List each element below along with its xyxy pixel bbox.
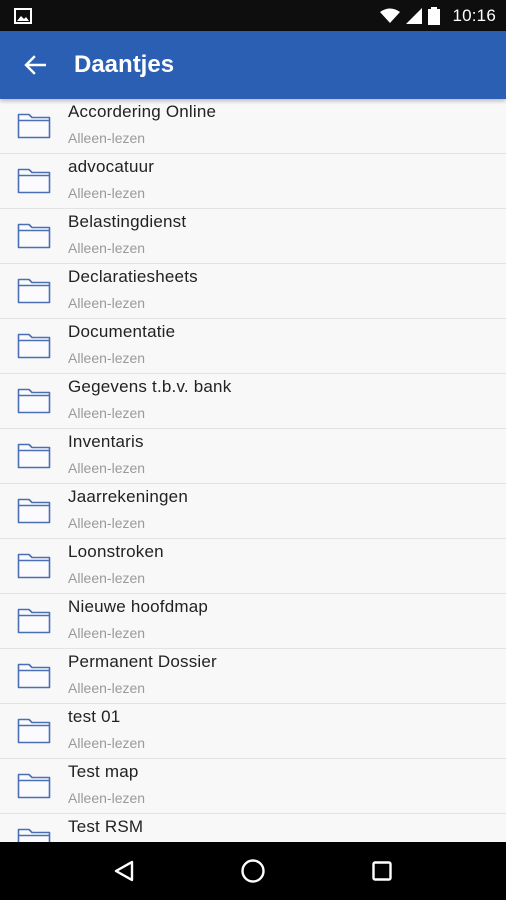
folder-access: Alleen-lezen [68, 295, 146, 311]
folder-icon [17, 494, 51, 524]
list-item-text: Test map Alleen-lezen [68, 762, 145, 807]
folder-name: Documentatie [68, 322, 176, 341]
back-triangle-icon [115, 860, 134, 882]
nav-back-button[interactable] [99, 846, 149, 896]
list-item-text: Permanent Dossier Alleen-lezen [68, 652, 217, 697]
list-item[interactable]: Gegevens t.b.v. bank Alleen-lezen [0, 374, 506, 429]
navigation-bar [0, 842, 506, 900]
folder-icon [17, 109, 51, 139]
list-item[interactable]: Documentatie Alleen-lezen [0, 319, 506, 374]
folder-icon [17, 824, 51, 842]
folder-access: Alleen-lezen [68, 625, 146, 641]
folder-icon [17, 219, 51, 249]
folder-name: Nieuwe hoofdmap [68, 597, 209, 616]
list-item[interactable]: advocatuur Alleen-lezen [0, 154, 506, 209]
list-item-text: Declaratiesheets Alleen-lezen [68, 267, 198, 312]
battery-icon [428, 6, 441, 25]
nav-recents-button[interactable] [357, 846, 407, 896]
signal-icon [406, 7, 423, 24]
list-item[interactable]: Test RSMAlleen-lezen [0, 814, 506, 842]
list-item-text: Inventaris Alleen-lezen [68, 432, 145, 477]
folder-name: Belastingdienst [68, 212, 187, 231]
list-item[interactable]: Declaratiesheets Alleen-lezen [0, 264, 506, 319]
folder-access: Alleen-lezen [68, 735, 146, 751]
folder-access: Alleen-lezen [68, 680, 146, 696]
list-item-text: Test RSMAlleen-lezen [68, 817, 145, 842]
status-time: 10:16 [452, 5, 496, 25]
list-item-text: Loonstroken Alleen-lezen [68, 542, 164, 587]
app-bar: Daantjes [0, 31, 506, 99]
folder-name: test 01 [68, 707, 121, 726]
list-item-text: test 01 Alleen-lezen [68, 707, 145, 752]
folder-icon [17, 659, 51, 689]
list-item-text: advocatuur Alleen-lezen [68, 157, 154, 202]
list-item[interactable]: Loonstroken Alleen-lezen [0, 539, 506, 594]
list-item[interactable]: test 01 Alleen-lezen [0, 704, 506, 759]
folder-name: Jaarrekeningen [68, 487, 188, 506]
folder-name: Test map [68, 762, 139, 781]
list-item-text: Nieuwe hoofdmap Alleen-lezen [68, 597, 208, 642]
list-item[interactable]: Accordering Online Alleen-lezen [0, 99, 506, 154]
folder-access: Alleen-lezen [68, 130, 146, 146]
folder-access: Alleen-lezen [68, 570, 146, 586]
folder-name: Inventaris [68, 432, 144, 451]
list-item[interactable]: Inventaris Alleen-lezen [0, 429, 506, 484]
folder-list[interactable]: Accordering Online Alleen-lezen advocatuur… [0, 99, 506, 842]
arrow-back-icon [24, 55, 46, 75]
back-button[interactable] [0, 31, 70, 99]
folder-access: Alleen-lezen [68, 240, 146, 256]
list-item[interactable]: Test map Alleen-lezen [0, 759, 506, 814]
folder-access: Alleen-lezen [68, 790, 146, 806]
folder-icon [17, 274, 51, 304]
nav-home-button[interactable] [228, 846, 278, 896]
folder-access: Alleen-lezen [68, 405, 146, 421]
folder-icon [17, 549, 51, 579]
folder-access: Alleen-lezen [68, 460, 146, 476]
folder-name: Loonstroken [68, 542, 164, 561]
folder-name: Declaratiesheets [68, 267, 198, 286]
recents-square-icon [371, 861, 392, 881]
folder-icon [17, 714, 51, 744]
folder-name: Permanent Dossier [68, 652, 217, 671]
status-bar: 10:16 [0, 0, 506, 31]
folder-icon [17, 384, 51, 414]
folder-icon [17, 769, 51, 799]
list-item-text: Accordering Online Alleen-lezen [68, 102, 216, 147]
list-item-text: Documentatie Alleen-lezen [68, 322, 175, 367]
folder-name: Test RSM [68, 817, 144, 836]
folder-name: Gegevens t.b.v. bank [68, 377, 232, 396]
folder-access: Alleen-lezen [68, 185, 146, 201]
list-item[interactable]: Belastingdienst Alleen-lezen [0, 209, 506, 264]
folder-access: Alleen-lezen [68, 350, 146, 366]
folder-icon [17, 164, 51, 194]
list-item[interactable]: Nieuwe hoofdmap Alleen-lezen [0, 594, 506, 649]
list-item[interactable]: Permanent Dossier Alleen-lezen [0, 649, 506, 704]
wifi-icon [380, 8, 401, 23]
list-item[interactable]: Jaarrekeningen Alleen-lezen [0, 484, 506, 539]
image-icon [14, 7, 32, 24]
list-item-text: Jaarrekeningen Alleen-lezen [68, 487, 188, 532]
folder-icon [17, 439, 51, 469]
page-title: Daantjes [74, 51, 175, 78]
folder-access: Alleen-lezen [68, 515, 146, 531]
folder-icon [17, 604, 51, 634]
folder-name: Accordering Online [68, 102, 217, 121]
list-item-text: Gegevens t.b.v. bank Alleen-lezen [68, 377, 231, 422]
folder-icon [17, 329, 51, 359]
folder-name: advocatuur [68, 157, 155, 176]
list-item-text: Belastingdienst Alleen-lezen [68, 212, 186, 257]
home-circle-icon [241, 859, 265, 883]
